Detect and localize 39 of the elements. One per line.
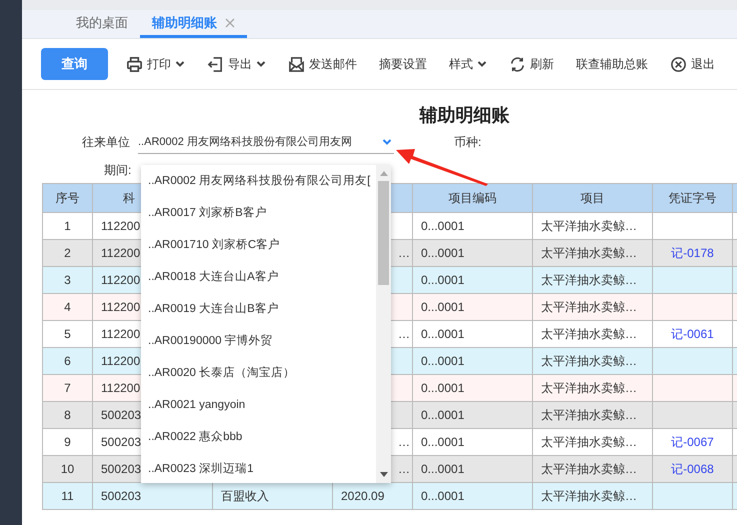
toolbar-button[interactable]: 发送邮件 [288,56,357,72]
close-icon[interactable] [225,18,235,28]
field-label: 往来单位 [82,134,131,150]
chevron-down-icon [477,59,487,69]
column-header: 序号 [42,184,92,212]
scroll-up-icon[interactable] [380,170,388,176]
table-cell: 0...0001 [412,482,532,510]
printer-icon [126,56,143,72]
scroll-down-icon[interactable] [380,472,388,478]
chevron-down-icon [175,59,185,69]
toolbar-button[interactable]: 打印 [126,56,185,72]
toolbar-button[interactable]: 退出 [670,56,715,72]
voucher-link[interactable]: 记-0067 [671,434,714,448]
table-cell: 11 [42,482,92,510]
close-icon [670,56,687,72]
mail-icon [288,56,305,72]
toolbar-button[interactable]: 刷新 [509,56,554,72]
column-header: 凭证字号 [652,184,732,212]
field-label: 期间: [104,162,132,178]
export-icon [207,56,224,72]
toolbar-button[interactable]: 联查辅助总账 [576,56,648,72]
chevron-down-icon [256,59,266,69]
field-label: 币种: [454,134,482,150]
scrollbar[interactable] [376,165,391,483]
toolbar-button[interactable]: 样式 [449,56,487,72]
report-title: 辅助明细账 [418,104,510,127]
toolbar-button[interactable]: 导出 [207,56,266,72]
voucher-link[interactable]: 记-0068 [671,462,714,476]
column-header: 项目 [532,184,652,212]
unit-select[interactable]: ..AR0002 用友网络科技股份有限公司用友网 [138,130,394,154]
scroll-thumb[interactable] [378,181,389,285]
voucher-link[interactable]: 记-0178 [671,246,714,260]
tab[interactable]: 我的桌面 [64,10,140,38]
column-header: 项目编码 [412,184,532,212]
table-cell: 太平洋抽水卖鲸… [532,482,652,510]
chevron-down-icon [382,136,392,146]
toolbar-button[interactable]: 摘要设置 [379,56,427,72]
voucher-link[interactable]: 记-0061 [671,326,714,340]
refresh-icon [509,56,526,72]
